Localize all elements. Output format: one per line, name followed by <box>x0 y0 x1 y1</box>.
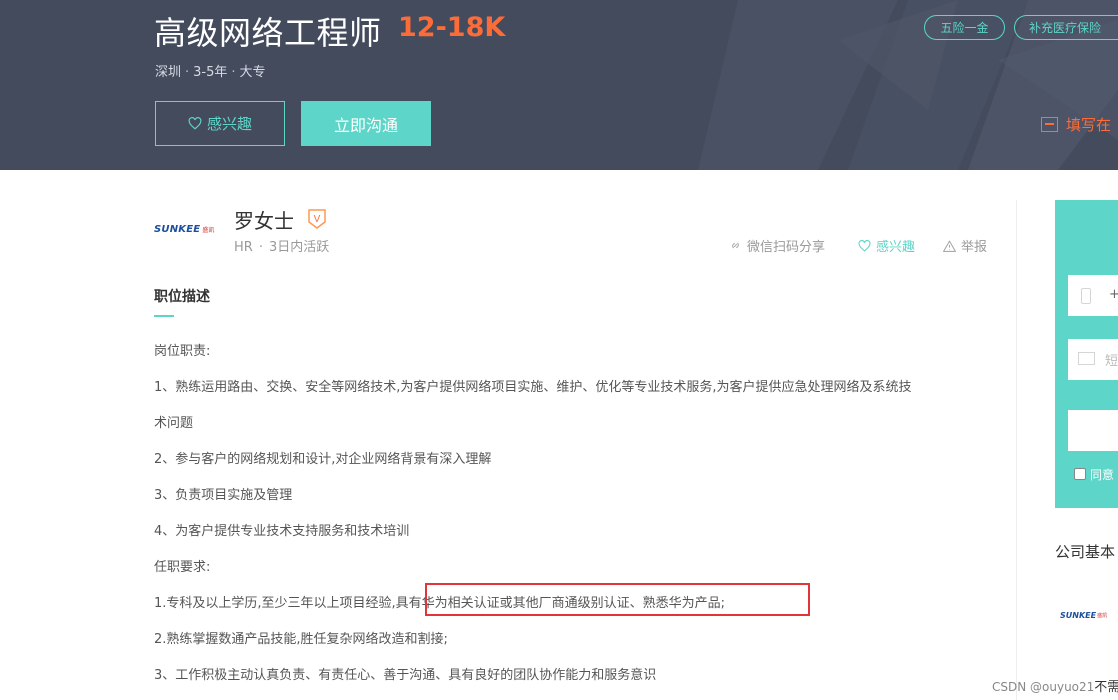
warning-icon <box>943 240 956 252</box>
csdn-watermark: CSDN @ouyuo21不需 <box>992 676 1118 695</box>
section-title-job-description: 职位描述 <box>154 289 210 305</box>
share-label: 微信扫码分享 <box>747 240 826 255</box>
sms-code-input[interactable]: 短 <box>1068 339 1118 380</box>
job-experience: 3-5年 <box>193 65 228 80</box>
chat-now-button[interactable]: 立即沟通 <box>301 101 431 146</box>
interest-action[interactable]: 感兴趣 <box>858 236 915 255</box>
description-line: 4、为客户提供专业技术支持服务和技术培训 <box>154 524 410 539</box>
company-logo: SUNKEE 盛凯 <box>154 220 216 238</box>
description-line: 3、负责项目实施及管理 <box>154 488 293 503</box>
login-panel: + 短 同意 <box>1055 200 1118 508</box>
meta-separator: · <box>185 65 190 80</box>
job-title: 高级网络工程师 <box>154 14 382 52</box>
fill-resume-label: 填写在 <box>1066 116 1112 134</box>
interest-button[interactable]: 感兴趣 <box>155 101 285 146</box>
watermark-tail: 不需 <box>1094 680 1118 695</box>
hr-active: 3日内活跃 <box>268 240 330 255</box>
resume-icon <box>1041 117 1058 132</box>
description-line: 术问题 <box>154 416 194 431</box>
description-line: 岗位职责: <box>154 344 211 359</box>
mail-icon <box>1078 352 1095 365</box>
job-education: 大专 <box>239 65 266 80</box>
verified-badge-icon: V <box>308 209 326 229</box>
company-logo-text: SUNKEE <box>1060 611 1097 620</box>
salary: 12-18K <box>398 12 506 43</box>
watermark-text: CSDN @ouyuo21 <box>992 680 1095 694</box>
hr-name: 罗女士 <box>234 209 294 233</box>
report-button[interactable]: 举报 <box>943 236 987 255</box>
job-city: 深圳 <box>155 65 182 80</box>
fill-resume-link[interactable]: 填写在 <box>1041 114 1111 135</box>
login-submit-button[interactable] <box>1068 410 1118 451</box>
company-basic-info-title: 公司基本 <box>1055 543 1116 561</box>
link-icon <box>732 242 739 249</box>
phone-input[interactable]: + <box>1068 275 1118 316</box>
column-divider <box>1016 200 1017 700</box>
hr-status: HR · 3日内活跃 <box>234 236 329 255</box>
share-wechat-button[interactable]: 微信扫码分享 <box>729 236 825 255</box>
interest-action-label: 感兴趣 <box>876 240 916 255</box>
phone-prefix: + <box>1109 287 1118 302</box>
description-line: 任职要求: <box>154 560 211 575</box>
report-label: 举报 <box>961 240 988 255</box>
description-line: 1、熟练运用路由、交换、安全等网络技术,为客户提供网络项目实施、维护、优化等专业… <box>154 380 912 395</box>
hr-separator: · <box>258 240 263 255</box>
heart-icon <box>188 117 202 130</box>
interest-button-label: 感兴趣 <box>206 115 252 133</box>
agree-label: 同意 <box>1090 468 1115 482</box>
company-logo-cn: 盛凯 <box>202 226 215 234</box>
description-line: 2.熟练掌握数通产品技能,胜任复杂网络改造和割接; <box>154 632 448 647</box>
heart-icon <box>858 239 871 252</box>
highlight-annotation-box <box>425 583 810 616</box>
job-header-banner: 高级网络工程师 12-18K 深圳 · 3-5年 · 大专 感兴趣 立即沟通 五险一金 … <box>0 0 1118 170</box>
agree-checkbox[interactable] <box>1074 468 1086 480</box>
verified-badge-letter: V <box>314 214 321 225</box>
company-logo-small: SUNKEE 盛凯 <box>1060 611 1107 620</box>
benefit-tag: 五险一金 <box>924 15 1005 40</box>
phone-icon <box>1081 288 1091 304</box>
company-logo-text: SUNKEE <box>154 223 201 235</box>
company-logo-cn: 盛凯 <box>1097 613 1108 619</box>
job-meta: 深圳 · 3-5年 · 大专 <box>155 61 266 80</box>
description-line: 2、参与客户的网络规划和设计,对企业网络背景有深入理解 <box>154 452 492 467</box>
hr-role: HR <box>234 240 253 255</box>
benefit-tag: 补充医疗保险 <box>1014 15 1118 40</box>
meta-separator: · <box>231 65 236 80</box>
description-line: 3、工作积极主动认真负责、有责任心、善于沟通、具有良好的团队协作能力和服务意识 <box>154 668 657 683</box>
section-title-underline <box>154 315 174 317</box>
sms-placeholder: 短 <box>1105 354 1118 369</box>
